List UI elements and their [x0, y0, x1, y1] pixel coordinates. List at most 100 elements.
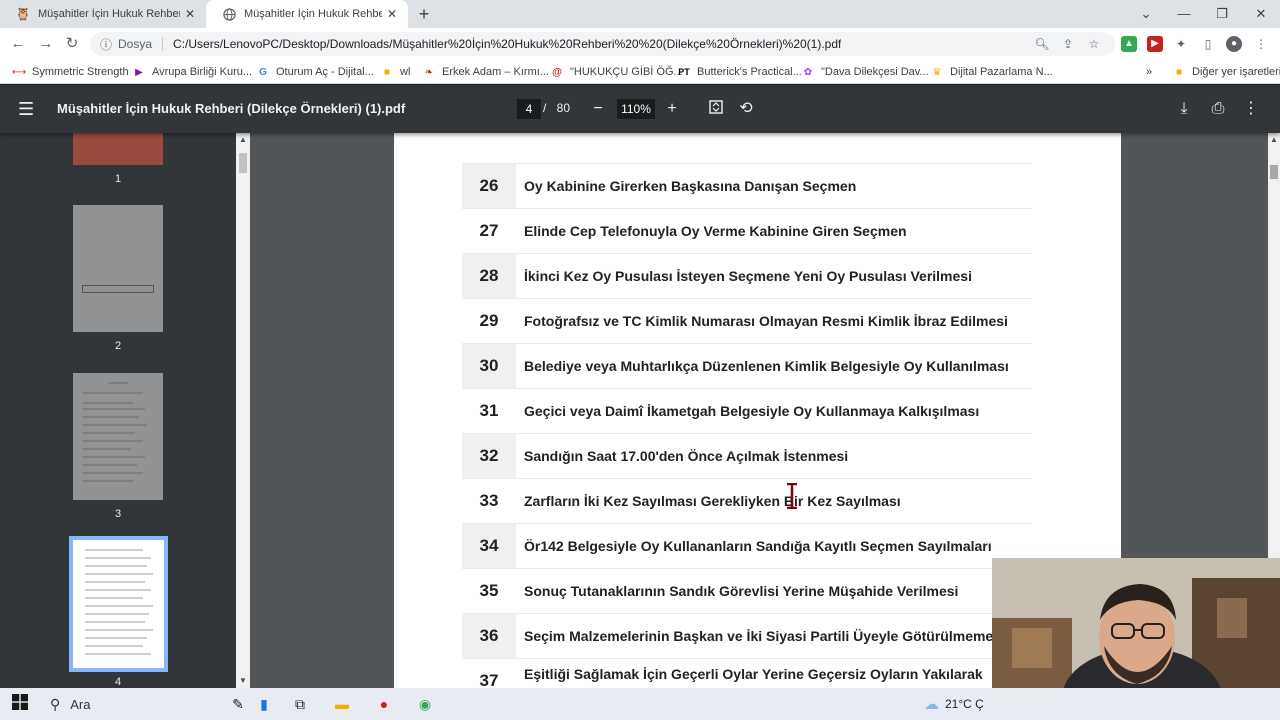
- thumbnail-label: 2: [114, 340, 122, 352]
- scroll-up-arrow-icon[interactable]: ▲: [236, 135, 250, 144]
- close-tab-icon[interactable]: ✕: [382, 7, 402, 21]
- profile-avatar[interactable]: ●: [1226, 36, 1242, 52]
- app-icon[interactable]: ▮: [254, 694, 274, 714]
- bookmark-item[interactable]: ■ wl: [380, 64, 410, 80]
- thumbnail-page-4-selected[interactable]: [69, 536, 168, 672]
- drive-extension-icon[interactable]: ▲: [1121, 36, 1137, 52]
- minimize-button[interactable]: —: [1165, 0, 1203, 28]
- task-view-icon[interactable]: ⧉: [290, 694, 310, 714]
- chrome-menu-icon[interactable]: ⋮: [1253, 36, 1269, 52]
- bookmark-item[interactable]: ❧ Erkek Adam – Kırmı...: [422, 64, 549, 80]
- scroll-down-arrow-icon[interactable]: ▼: [236, 676, 250, 685]
- page-separator: /: [543, 101, 547, 115]
- chrome-icon[interactable]: ◉: [415, 694, 435, 714]
- tab-bar: 🦉 Müşahitler İçin Hukuk Rehberi (D ✕ Müş…: [0, 0, 1280, 28]
- bookmark-item[interactable]: @ "HUKUKÇU GİBİ ÖĞ...: [550, 64, 683, 80]
- trophy-icon: ♛: [932, 66, 942, 78]
- scroll-up-arrow-icon[interactable]: ▲: [1268, 135, 1280, 144]
- share-icon[interactable]: ⇪: [1060, 36, 1076, 52]
- sidebar-scrollbar[interactable]: ▲ ▼: [236, 133, 250, 688]
- search-icon: ⚲: [50, 695, 61, 712]
- thumbnail-label: 1: [114, 173, 122, 185]
- bookmarks-overflow-button[interactable]: »: [1146, 64, 1152, 80]
- zoom-out-button[interactable]: −: [588, 99, 608, 119]
- bookmark-item[interactable]: ▶ Avrupa Birliği Kuru...: [132, 64, 252, 80]
- at-icon: @: [552, 66, 562, 78]
- reload-button[interactable]: ↻: [62, 34, 82, 54]
- hamburger-menu-icon[interactable]: ☰: [18, 99, 34, 119]
- zoom-in-button[interactable]: +: [662, 99, 682, 119]
- download-icon[interactable]: ⤓: [1174, 99, 1194, 119]
- video-extension-icon[interactable]: ▶: [1147, 36, 1163, 52]
- bookmark-item[interactable]: ✿ "Dava Dilekçesi Dav...: [801, 64, 929, 80]
- info-icon[interactable]: ⓘ: [100, 36, 112, 53]
- side-panel-icon[interactable]: ▯: [1200, 36, 1216, 52]
- more-options-icon[interactable]: ⋮: [1241, 99, 1261, 119]
- thumbnail-page-3[interactable]: [73, 373, 163, 500]
- print-icon[interactable]: ⎙: [1208, 99, 1228, 119]
- bookmark-item[interactable]: ♛ Dijital Pazarlama N...: [930, 64, 1053, 80]
- table-row: 26 Oy Kabinine Girerken Başkasına Danışan…: [462, 163, 1032, 208]
- new-tab-button[interactable]: +: [414, 4, 434, 24]
- webcam-person-image: [992, 558, 1280, 688]
- table-row: 35 Sonuç Tutanaklarının Sandık Görevlisi …: [462, 568, 1032, 612]
- close-window-button[interactable]: ✕: [1242, 0, 1280, 28]
- taskbar-search[interactable]: ⚲ Ara: [44, 688, 224, 720]
- fit-page-icon[interactable]: [706, 99, 726, 119]
- url-text[interactable]: C:/Users/LenovoPC/Desktop/Downloads/Müşa…: [173, 37, 841, 51]
- table-row: 36 Seçim Malzemelerinin Başkan ve İki Siy…: [462, 613, 1032, 658]
- owl-favicon-icon: 🦉: [15, 7, 31, 21]
- document-title: Müşahitler İçin Hukuk Rehberi (Dilekçe Ö…: [57, 101, 406, 116]
- thumbnail-box: [82, 285, 154, 293]
- weather-widget[interactable]: ☁ 21°C Ç: [924, 688, 984, 720]
- back-button[interactable]: ←: [8, 34, 28, 54]
- other-bookmarks[interactable]: ■ Diğer yer işaretleri: [1172, 64, 1280, 80]
- table-row: 37 Eşitliği Sağlamak İçin Geçerli Oylar Y…: [462, 658, 1032, 688]
- tab-search-chevron-icon[interactable]: ⌄: [1127, 0, 1165, 28]
- rotate-icon[interactable]: ⟲: [736, 99, 756, 119]
- thumbnail-lines: [85, 549, 153, 655]
- dumbbell-icon: ⟷: [11, 66, 27, 78]
- cloud-icon: ☁: [924, 696, 939, 713]
- zoom-icon[interactable]: 🔍︎: [1034, 36, 1050, 52]
- table-row: 31 Geçici veya Daimî İkametgah Belgesiyle…: [462, 388, 1032, 432]
- extensions-puzzle-icon[interactable]: ✦: [1173, 36, 1189, 52]
- app-icon[interactable]: ●: [374, 694, 394, 714]
- restore-button[interactable]: ❐: [1203, 0, 1241, 28]
- table-row: 32 Sandığın Saat 17.00'den Önce Açılmak İ…: [462, 433, 1032, 478]
- file-explorer-icon[interactable]: ▬: [332, 694, 352, 714]
- tab-title: Müşahitler İçin Hukuk Rehberi (D: [38, 8, 180, 20]
- total-pages: 80: [556, 101, 571, 115]
- text-cursor-icon: [787, 483, 797, 509]
- pt-icon: PT: [678, 67, 690, 77]
- google-icon: G: [259, 66, 267, 78]
- pdf-toolbar: ☰ Müşahitler İçin Hukuk Rehberi (Dilekçe…: [0, 85, 1280, 133]
- tab-title: Müşahitler İçin Hukuk Rehberi (D: [244, 8, 382, 20]
- zoom-input[interactable]: 110%: [617, 99, 655, 119]
- table-row: 34 Ör142 Belgesiyle Oy Kullananların Sand…: [462, 523, 1032, 568]
- bookmark-item[interactable]: ⟷ Symmetric Strength: [12, 64, 129, 80]
- thumbnail-label: 4: [114, 676, 122, 688]
- omnibox[interactable]: ⓘ Dosya C:/Users/LenovoPC/Desktop/Downlo…: [90, 32, 1115, 56]
- thumbnail-lines: [83, 382, 147, 482]
- table-row: 28 İkinci Kez Oy Pusulası İsteyen Seçmene…: [462, 253, 1032, 298]
- thumbnail-page-1[interactable]: [73, 133, 163, 165]
- tab-active[interactable]: Müşahitler İçin Hukuk Rehberi (D ✕: [206, 0, 408, 28]
- close-tab-icon[interactable]: ✕: [180, 7, 200, 21]
- table-row: 30 Belediye veya Muhtarlıkça Düzenlenen K…: [462, 343, 1032, 388]
- search-highlight-icon[interactable]: ✎: [228, 694, 248, 714]
- thumbnail-page-2[interactable]: [73, 205, 163, 332]
- scrollbar-thumb[interactable]: [239, 153, 247, 173]
- page-number-input[interactable]: 4: [517, 99, 541, 119]
- tab-inactive[interactable]: 🦉 Müşahitler İçin Hukuk Rehberi (D ✕: [0, 0, 206, 28]
- windows-start-icon[interactable]: [10, 694, 30, 714]
- bookmark-star-icon[interactable]: ☆: [1086, 36, 1102, 52]
- folder-icon: ■: [1175, 66, 1183, 78]
- bookmark-item[interactable]: G Oturum Aç - Dijital...: [256, 64, 374, 80]
- forward-button[interactable]: →: [36, 34, 56, 54]
- scrollbar-thumb[interactable]: [1270, 165, 1278, 179]
- leaf-icon: ❧: [424, 66, 434, 78]
- table-row: 27 Elinde Cep Telefonuyla Oy Verme Kabini…: [462, 208, 1032, 252]
- thumbnail-label: 3: [114, 508, 122, 520]
- bookmark-item[interactable]: PT Butterick's Practical...: [677, 64, 802, 80]
